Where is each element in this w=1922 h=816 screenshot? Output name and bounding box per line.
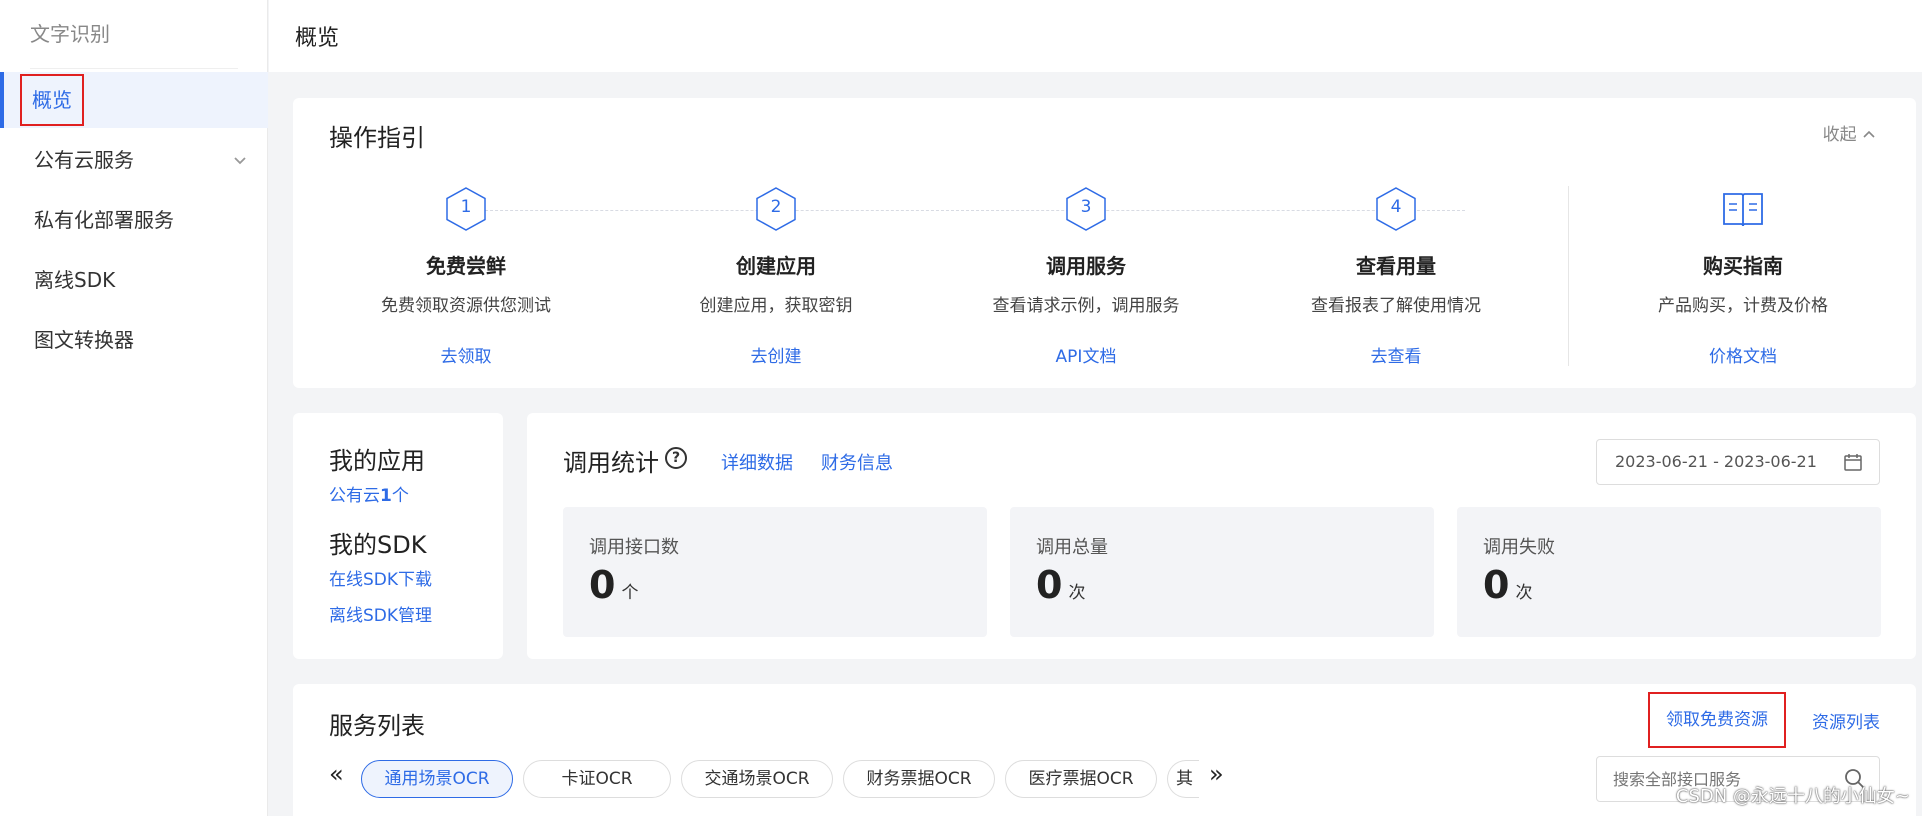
- step-desc: 免费领取资源供您测试: [381, 296, 551, 316]
- hexagon-step-icon: 2: [753, 186, 799, 232]
- step-link-claim[interactable]: 去领取: [311, 342, 621, 367]
- chevron-double-left-icon[interactable]: «: [329, 760, 344, 788]
- metric-api-count: 调用接口数 0个: [563, 507, 987, 637]
- collapse-label: 收起: [1822, 125, 1857, 145]
- service-list-card: 服务列表 领取免费资源 资源列表 « 通用场景OCR 卡证OCR 交通场景OCR…: [293, 684, 1916, 816]
- tab-card-ocr[interactable]: 卡证OCR: [523, 760, 671, 798]
- buy-guide-desc: 产品购买，计费及价格: [1658, 296, 1828, 316]
- chevron-down-icon: [232, 132, 248, 188]
- offline-sdk-manage-link[interactable]: 离线SDK管理: [329, 601, 432, 626]
- sidebar-item-private-deploy[interactable]: 私有化部署服务: [0, 192, 268, 248]
- tab-finance-ocr[interactable]: 财务票据OCR: [843, 760, 995, 798]
- help-icon[interactable]: ?: [665, 447, 687, 469]
- date-range-value: 2023-06-21 - 2023-06-21: [1615, 452, 1817, 471]
- claim-free-resource-button[interactable]: 领取免费资源: [1648, 692, 1786, 748]
- step-title: 免费尝鲜: [426, 254, 506, 278]
- sidebar-item-public-cloud[interactable]: 公有云服务: [0, 132, 268, 188]
- tab-other-ocr[interactable]: 其: [1167, 760, 1199, 798]
- step-link-api-doc[interactable]: API文档: [931, 342, 1241, 367]
- tab-general-ocr[interactable]: 通用场景OCR: [361, 760, 513, 798]
- metric-label: 调用总量: [1036, 537, 1108, 558]
- metric-value-block: 0个: [589, 563, 638, 607]
- sidebar-item-image-text-converter[interactable]: 图文转换器: [0, 312, 268, 368]
- tab-medical-ocr[interactable]: 医疗票据OCR: [1005, 760, 1157, 798]
- metric-value-block: 0次: [1036, 563, 1085, 607]
- step-number: 3: [1080, 197, 1092, 217]
- metric-unit: 次: [1515, 583, 1533, 603]
- online-sdk-download-link[interactable]: 在线SDK下载: [329, 565, 432, 590]
- step-number: 4: [1390, 197, 1402, 217]
- public-cloud-apps-link[interactable]: 公有云1个: [329, 481, 409, 506]
- guide-step-1: 1 免费尝鲜 免费领取资源供您测试 去领取: [311, 186, 621, 367]
- hexagon-step-icon: 1: [443, 186, 489, 232]
- step-desc: 查看报表了解使用情况: [1311, 296, 1481, 316]
- guide-buy: 购买指南 产品购买，计费及价格 价格文档: [1588, 186, 1898, 367]
- step-number: 1: [460, 197, 472, 217]
- chevron-double-right-icon[interactable]: »: [1209, 760, 1224, 788]
- sidebar-item-offline-sdk[interactable]: 离线SDK: [0, 252, 268, 308]
- metric-label: 调用接口数: [589, 537, 679, 558]
- metric-value-block: 0次: [1483, 563, 1532, 607]
- step-title: 查看用量: [1356, 254, 1436, 278]
- sidebar-item-label: 公有云服务: [34, 148, 134, 172]
- top-bar: 概览: [269, 0, 1922, 72]
- finance-info-link[interactable]: 财务信息: [821, 449, 893, 475]
- stats-title: 调用统计: [563, 449, 659, 477]
- sidebar-item-overview[interactable]: 概览: [0, 72, 268, 128]
- sidebar-divider: [30, 68, 238, 69]
- guide-step-4: 4 查看用量 查看报表了解使用情况 去查看: [1241, 186, 1551, 367]
- step-desc: 创建应用，获取密钥: [699, 296, 853, 316]
- guide-step-2: 2 创建应用 创建应用，获取密钥 去创建: [621, 186, 931, 367]
- step-number: 2: [770, 197, 782, 217]
- step-link-view[interactable]: 去查看: [1241, 342, 1551, 367]
- my-sdk-title: 我的SDK: [329, 531, 427, 559]
- call-stats-card: 调用统计 ? 详细数据 财务信息 2023-06-21 - 2023-06-21…: [527, 413, 1916, 659]
- resource-list-link[interactable]: 资源列表: [1812, 708, 1880, 733]
- sidebar-title: 文字识别: [30, 22, 110, 46]
- tab-traffic-ocr[interactable]: 交通场景OCR: [681, 760, 833, 798]
- guide-step-3: 3 调用服务 查看请求示例，调用服务 API文档: [931, 186, 1241, 367]
- watermark: CSDN @永远十八的小仙女~: [1675, 786, 1910, 807]
- detail-data-link[interactable]: 详细数据: [721, 449, 793, 475]
- step-desc: 查看请求示例，调用服务: [992, 296, 1180, 316]
- metric-failed-calls: 调用失败 0次: [1457, 507, 1881, 637]
- sidebar-item-label: 私有化部署服务: [34, 208, 174, 232]
- metric-value: 0: [589, 563, 616, 607]
- chevron-up-icon: [1863, 130, 1875, 138]
- service-list-title: 服务列表: [329, 712, 425, 740]
- sidebar-item-label: 概览: [20, 74, 84, 126]
- page-title: 概览: [295, 26, 340, 51]
- step-title: 调用服务: [1046, 254, 1126, 278]
- metric-total-calls: 调用总量 0次: [1010, 507, 1434, 637]
- metric-label: 调用失败: [1483, 537, 1555, 558]
- guide-collapse-button[interactable]: 收起: [1823, 120, 1876, 145]
- sidebar-item-label: 图文转换器: [34, 328, 134, 352]
- metric-unit: 次: [1068, 583, 1086, 603]
- my-apps-title: 我的应用: [329, 447, 425, 475]
- public-cloud-prefix: 公有云: [329, 486, 380, 506]
- sidebar-item-label: 离线SDK: [34, 268, 116, 292]
- step-link-create[interactable]: 去创建: [621, 342, 931, 367]
- price-doc-link[interactable]: 价格文档: [1588, 342, 1898, 367]
- calendar-icon: [1844, 454, 1862, 471]
- metric-unit: 个: [621, 583, 639, 603]
- hexagon-step-icon: 4: [1373, 186, 1419, 232]
- public-cloud-count: 1: [380, 486, 392, 506]
- guide-divider: [1568, 186, 1569, 366]
- step-title: 创建应用: [736, 254, 816, 278]
- public-cloud-suffix: 个: [391, 486, 409, 506]
- operation-guide-card: 操作指引 收起 1 免费尝鲜 免费领取资源供您测试 去领取 2 创建应用 创建应…: [293, 98, 1916, 388]
- metric-value: 0: [1483, 563, 1510, 607]
- date-range-picker[interactable]: 2023-06-21 - 2023-06-21: [1596, 439, 1880, 485]
- guide-title: 操作指引: [329, 124, 425, 152]
- metric-value: 0: [1036, 563, 1063, 607]
- sidebar: 文字识别 概览 公有云服务 私有化部署服务 离线SDK 图文转换器: [0, 0, 268, 816]
- book-icon: [1720, 186, 1766, 232]
- hexagon-step-icon: 3: [1063, 186, 1109, 232]
- my-apps-card: 我的应用 公有云1个 我的SDK 在线SDK下载 离线SDK管理: [293, 413, 503, 659]
- buy-guide-title: 购买指南: [1703, 254, 1783, 278]
